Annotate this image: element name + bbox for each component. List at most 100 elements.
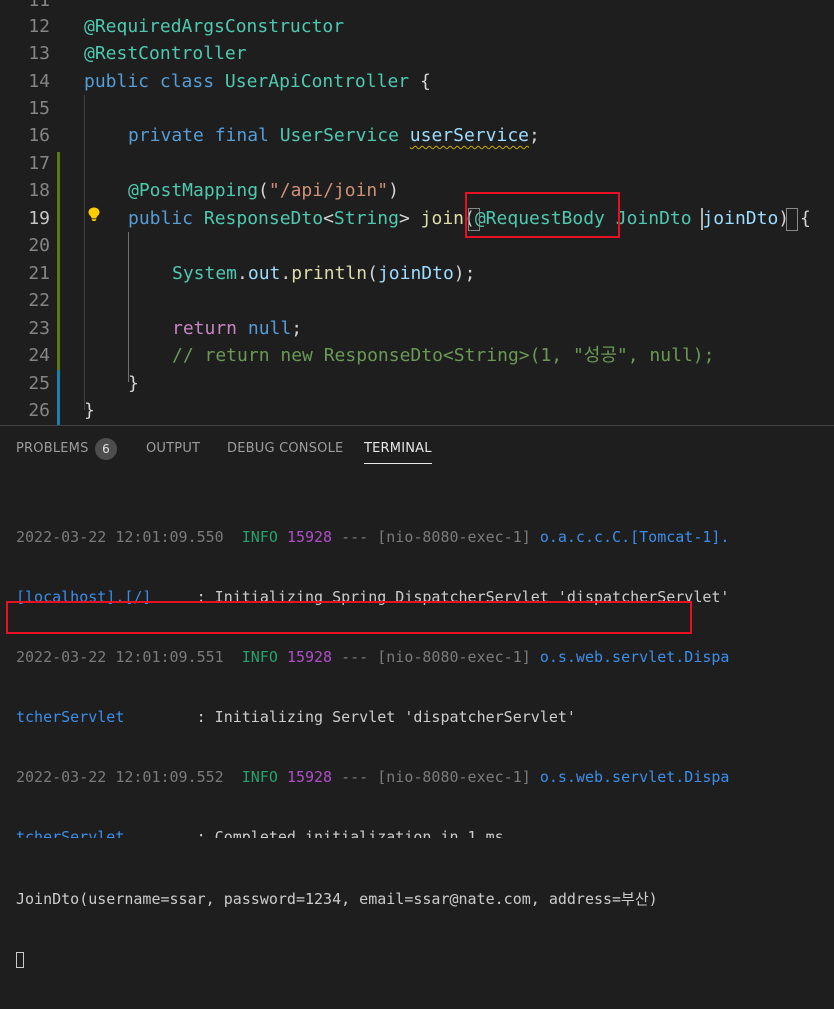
comment-token: // return new ResponseDto<String>(1, "성공… — [172, 345, 715, 366]
keyword-token: public — [128, 208, 204, 229]
terminal-line: 2022-03-22 12:01:09.552 INFO 15928 --- [… — [16, 767, 729, 787]
terminal-output[interactable]: 2022-03-22 12:01:09.550 INFO 15928 --- [… — [16, 487, 729, 1009]
punct-token: . — [280, 263, 292, 284]
punct-token: { — [409, 71, 431, 92]
terminal-line: 2022-03-22 12:01:09.550 INFO 15928 --- [… — [16, 527, 729, 547]
method-name-token: println — [291, 263, 368, 284]
annotation-token: @RestController — [84, 43, 247, 64]
class-name-token: System — [172, 263, 238, 284]
bottom-panel: PROBLEMS 6 OUTPUT DEBUG CONSOLE TERMINAL… — [0, 425, 834, 968]
terminal-cursor — [16, 951, 24, 968]
type-token: ResponseDto — [203, 208, 324, 229]
log-level: INFO — [241, 768, 278, 786]
line-number: 25 — [28, 373, 50, 394]
code-line: 11 — [0, 0, 834, 14]
keyword-token: private final — [128, 125, 280, 146]
line-number: 16 — [28, 125, 50, 146]
code-text: return null; — [172, 315, 302, 342]
line-number: 17 — [28, 153, 50, 174]
tab-problems[interactable]: PROBLEMS — [16, 441, 89, 456]
code-line: 23 return null; — [0, 315, 834, 342]
code-line-active: 19 public ResponseDto<String> join(@Requ… — [0, 205, 834, 232]
highlight-box-requestbody — [465, 192, 620, 238]
lightbulb-icon[interactable] — [87, 207, 101, 221]
log-timestamp: 2022-03-22 12:01:09.552 — [16, 768, 224, 786]
line-number: 18 — [28, 180, 50, 201]
log-logger: tcherServlet — [16, 708, 125, 726]
panel-tabs: PROBLEMS 6 OUTPUT DEBUG CONSOLE TERMINAL — [0, 426, 834, 472]
code-line: 22 — [0, 287, 834, 314]
punct-token: < — [323, 208, 334, 229]
code-line: 26 } — [0, 397, 834, 424]
code-line: 20 — [0, 232, 834, 259]
tab-debug-console[interactable]: DEBUG CONSOLE — [227, 441, 343, 456]
param-token: joinDto — [702, 208, 779, 229]
field-token-warning: userService — [409, 125, 529, 146]
line-number: 26 — [28, 400, 50, 421]
punct-token: . — [237, 263, 248, 284]
brace-token: } — [128, 373, 139, 394]
highlight-box-joindto-output — [6, 601, 692, 634]
code-line: 18 @PostMapping("/api/join") — [0, 177, 834, 204]
log-pid: 15928 — [286, 528, 333, 546]
type-token: String — [333, 208, 399, 229]
field-token: out — [247, 263, 281, 284]
bracket-match-highlight — [786, 208, 798, 231]
log-thread: --- [nio-8080-exec-1] — [341, 768, 531, 786]
annotation-token: @RequiredArgsConstructor — [84, 16, 345, 37]
line-number: 14 — [28, 71, 50, 92]
code-line: 17 — [0, 150, 834, 177]
log-level: INFO — [241, 528, 278, 546]
code-text: public class UserApiController { — [84, 68, 431, 95]
keyword-token: public class — [84, 71, 225, 92]
line-number: 23 — [28, 318, 50, 339]
code-text: System.out.println(joinDto); — [172, 260, 475, 287]
code-line: 15 — [0, 95, 834, 122]
code-editor[interactable]: 11 12 @RequiredArgsConstructor 13 @RestC… — [0, 0, 834, 425]
paren-token: ( — [367, 263, 378, 284]
type-token: JoinDto — [615, 208, 692, 229]
method-name-token: join — [420, 208, 464, 229]
punct-token: ; — [291, 318, 303, 339]
param-token: joinDto — [377, 263, 454, 284]
tab-output[interactable]: OUTPUT — [146, 441, 200, 456]
text-cursor — [701, 208, 703, 230]
log-message: : Initializing Servlet 'dispatcherServle… — [124, 708, 576, 726]
keyword-token: return — [172, 318, 248, 339]
log-logger: tcherServlet — [16, 828, 125, 838]
terminal-line: tcherServlet : Initializing Servlet 'dis… — [16, 707, 729, 727]
code-line: 13 @RestController — [0, 40, 834, 67]
code-line: 16 private final UserService userService… — [0, 122, 834, 149]
log-logger: o.a.c.c.C.[Tomcat-1]. — [539, 528, 730, 546]
terminal-line: 2022-03-22 12:01:09.551 INFO 15928 --- [… — [16, 647, 729, 667]
keyword-token: null — [247, 318, 292, 339]
terminal-line-joindto: JoinDto(username=ssar, password=1234, em… — [16, 890, 658, 908]
brace-token: } — [84, 400, 95, 421]
code-line: 24 // return new ResponseDto<String>(1, … — [0, 342, 834, 369]
problems-count-badge: 6 — [95, 438, 117, 460]
punct-token: > — [398, 208, 421, 229]
line-number: 13 — [28, 43, 50, 64]
code-line: 12 @RequiredArgsConstructor — [0, 13, 834, 40]
terminal-line — [16, 949, 729, 969]
log-pid: 15928 — [286, 768, 333, 786]
line-number: 19 — [28, 208, 50, 229]
log-thread: --- [nio-8080-exec-1] — [341, 528, 531, 546]
code-line: 14 public class UserApiController { — [0, 68, 834, 95]
line-number: 24 — [28, 345, 50, 366]
punct-token: ( — [258, 180, 269, 201]
code-line: 25 } — [0, 370, 834, 397]
line-number: 20 — [28, 235, 50, 256]
annotation-token: @PostMapping — [128, 180, 259, 201]
punct-token: ; — [529, 125, 540, 146]
log-timestamp: 2022-03-22 12:01:09.550 — [16, 528, 224, 546]
log-logger: o.s.web.servlet.Dispa — [539, 768, 730, 786]
line-number: 22 — [28, 290, 50, 311]
line-number: 21 — [28, 263, 50, 284]
class-name-token: UserApiController — [224, 71, 410, 92]
terminal-line-partial: tcherServlet : Completed initialization … — [16, 827, 729, 838]
line-number: 15 — [28, 98, 50, 119]
punct-token: ); — [453, 263, 476, 284]
code-text: @PostMapping("/api/join") — [128, 177, 399, 204]
tab-terminal[interactable]: TERMINAL — [364, 441, 432, 464]
